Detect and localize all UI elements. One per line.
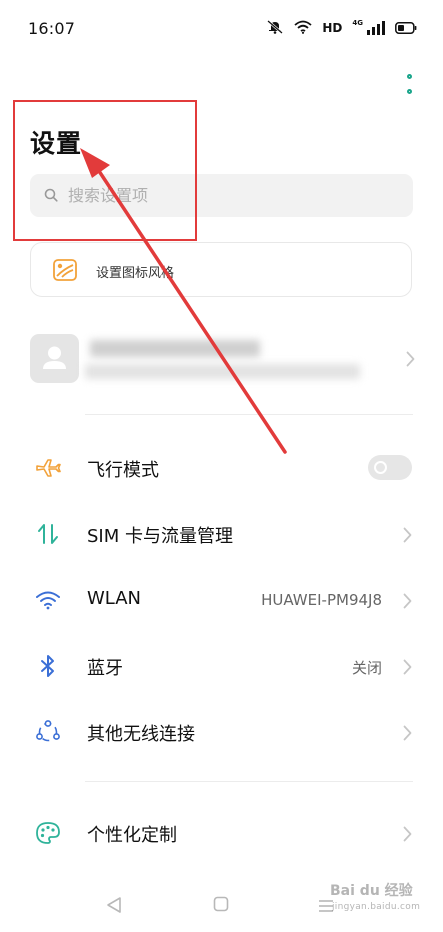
settings-item-label: WLAN xyxy=(87,588,142,609)
settings-item-label: 飞行模式 xyxy=(87,460,159,481)
chevron-right-icon xyxy=(403,725,412,741)
chevron-right-icon xyxy=(403,659,412,675)
wifi-status-icon xyxy=(294,19,312,38)
sim-data-icon xyxy=(35,522,61,546)
settings-item-label: 蓝牙 xyxy=(87,658,123,679)
settings-item-sim-data[interactable]: SIM 卡与流量管理 xyxy=(0,505,443,561)
wifi-icon xyxy=(35,588,61,612)
icon-style-icon xyxy=(53,259,77,285)
wlan-network-name: HUAWEI-PM94J8 xyxy=(261,591,382,609)
settings-item-bluetooth[interactable]: 蓝牙 关闭 xyxy=(0,637,443,693)
icon-style-label: 设置图标风格 xyxy=(96,266,175,281)
chevron-right-icon xyxy=(403,527,412,543)
chevron-right-icon xyxy=(403,593,412,609)
chevron-right-icon xyxy=(406,351,415,367)
cell-signal-icon: 4G xyxy=(352,19,385,35)
back-triangle-icon[interactable] xyxy=(106,896,122,914)
settings-item-wlan[interactable]: WLAN HUAWEI-PM94J8 xyxy=(0,571,443,627)
status-time: 16:07 xyxy=(28,19,76,38)
chevron-right-icon xyxy=(403,826,412,842)
account-detail-redacted xyxy=(85,364,360,379)
settings-item-label: 其他无线连接 xyxy=(87,724,195,745)
settings-item-airplane-mode[interactable]: 飞行模式 xyxy=(0,439,443,495)
battery-icon xyxy=(395,19,417,38)
watermark-brand: Bai du 经验 xyxy=(330,883,413,899)
home-square-icon[interactable] xyxy=(213,896,229,912)
status-icons: HD 4G xyxy=(266,18,417,38)
mute-icon xyxy=(266,19,284,38)
bluetooth-status: 关闭 xyxy=(351,659,382,677)
bluetooth-icon xyxy=(35,654,61,678)
annotation-highlight-box xyxy=(13,100,197,241)
divider xyxy=(85,781,413,782)
status-bar: 16:07 HD 4G xyxy=(0,0,443,56)
airplane-icon xyxy=(35,456,61,480)
watermark: Bai du 经验 jingyan.baidu.com xyxy=(330,880,420,912)
person-icon xyxy=(43,346,66,369)
avatar xyxy=(30,334,79,383)
connections-icon xyxy=(35,720,61,744)
palette-icon xyxy=(35,821,61,845)
network-type-label: 4G xyxy=(352,19,363,27)
account-name-redacted xyxy=(90,340,260,357)
account-row[interactable] xyxy=(30,330,415,388)
settings-item-other-wireless[interactable]: 其他无线连接 xyxy=(0,703,443,759)
divider xyxy=(85,414,413,415)
settings-item-label: 个性化定制 xyxy=(87,825,177,846)
icon-style-card[interactable]: 设置图标风格 xyxy=(30,242,412,297)
hd-indicator: HD xyxy=(322,21,343,35)
settings-item-personalization[interactable]: 个性化定制 xyxy=(0,804,443,860)
settings-item-label: SIM 卡与流量管理 xyxy=(87,526,233,547)
more-vertical-icon[interactable] xyxy=(403,74,415,94)
airplane-mode-toggle[interactable] xyxy=(368,455,412,480)
watermark-url: jingyan.baidu.com xyxy=(332,902,421,912)
